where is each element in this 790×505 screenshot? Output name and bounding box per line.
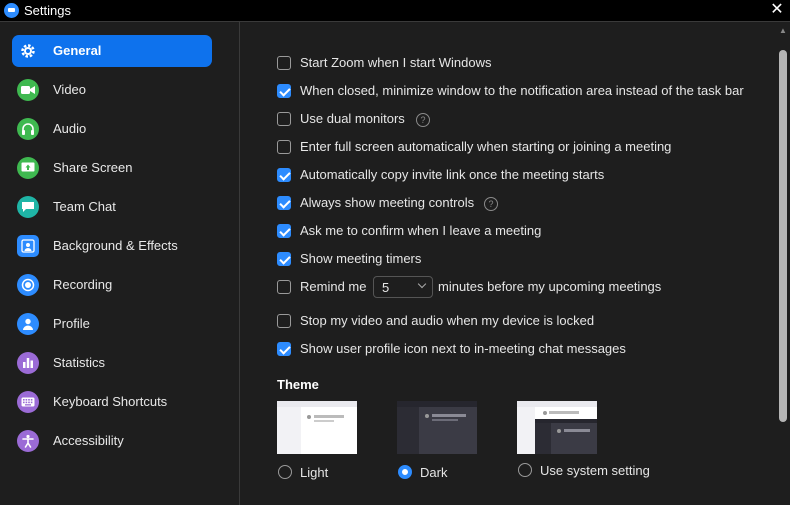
theme-light-radio[interactable] bbox=[278, 465, 292, 479]
sidebar-item-recording[interactable]: Recording bbox=[12, 269, 212, 301]
sidebar-item-video[interactable]: Video bbox=[12, 74, 212, 106]
sidebar-item-team-chat[interactable]: Team Chat bbox=[12, 191, 212, 223]
checkbox[interactable] bbox=[277, 84, 291, 98]
theme-system-label[interactable]: Use system setting bbox=[540, 463, 650, 478]
scroll-up-arrow-icon[interactable]: ▲ bbox=[779, 26, 787, 36]
theme-light-label[interactable]: Light bbox=[300, 465, 328, 480]
sidebar: General Video Audio Share Screen Team Ch… bbox=[0, 22, 240, 505]
person-icon bbox=[17, 313, 39, 335]
sidebar-item-label: General bbox=[53, 43, 102, 58]
checkbox[interactable] bbox=[277, 168, 291, 182]
sidebar-item-general[interactable]: General bbox=[12, 35, 212, 67]
help-icon[interactable]: ? bbox=[484, 197, 498, 211]
reminder-minutes-select[interactable]: 5 bbox=[373, 276, 433, 298]
checkbox[interactable] bbox=[277, 342, 291, 356]
theme-light-preview[interactable] bbox=[277, 401, 357, 454]
bar-chart-icon bbox=[17, 352, 39, 374]
sidebar-item-keyboard-shortcuts[interactable]: Keyboard Shortcuts bbox=[12, 386, 212, 418]
theme-dark-label[interactable]: Dark bbox=[420, 465, 447, 480]
sidebar-item-background-effects[interactable]: Background & Effects bbox=[12, 230, 212, 262]
sidebar-item-share-screen[interactable]: Share Screen bbox=[12, 152, 212, 184]
person-background-icon bbox=[17, 235, 39, 257]
sidebar-item-label: Statistics bbox=[53, 355, 106, 370]
sidebar-item-label: Audio bbox=[53, 121, 87, 136]
sidebar-item-label: Share Screen bbox=[53, 160, 133, 175]
sidebar-item-profile[interactable]: Profile bbox=[12, 308, 212, 340]
checkbox[interactable] bbox=[277, 140, 291, 154]
checkbox[interactable] bbox=[277, 252, 291, 266]
help-icon[interactable]: ? bbox=[416, 113, 430, 127]
checkbox[interactable] bbox=[277, 112, 291, 126]
checkbox[interactable] bbox=[277, 314, 291, 328]
checkbox[interactable] bbox=[277, 196, 291, 210]
theme-system-preview[interactable] bbox=[517, 401, 597, 454]
sidebar-item-audio[interactable]: Audio bbox=[12, 113, 212, 145]
sidebar-item-label: Profile bbox=[53, 316, 90, 331]
sidebar-item-label: Accessibility bbox=[53, 433, 124, 448]
checkbox[interactable] bbox=[277, 56, 291, 70]
sidebar-item-label: Background & Effects bbox=[53, 238, 178, 253]
window-title: Settings bbox=[24, 3, 71, 18]
zoom-logo-icon bbox=[4, 3, 19, 18]
scrollbar-thumb[interactable] bbox=[779, 50, 787, 422]
theme-dark-preview[interactable] bbox=[397, 401, 477, 454]
reminder-suffix: minutes before my upcoming meetings bbox=[438, 279, 662, 294]
title-bar: Settings ✕ bbox=[0, 0, 790, 22]
theme-heading: Theme bbox=[277, 377, 319, 392]
sidebar-item-label: Recording bbox=[53, 277, 113, 292]
video-camera-icon bbox=[17, 79, 39, 101]
accessibility-icon bbox=[17, 430, 39, 452]
sidebar-item-label: Team Chat bbox=[53, 199, 116, 214]
checkbox[interactable] bbox=[277, 224, 291, 238]
record-icon bbox=[17, 274, 39, 296]
checkbox[interactable] bbox=[277, 280, 291, 294]
theme-dark-radio[interactable] bbox=[398, 465, 412, 479]
close-button[interactable]: ✕ bbox=[768, 0, 786, 20]
chat-bubble-icon bbox=[17, 196, 39, 218]
theme-system-radio[interactable] bbox=[518, 463, 532, 477]
sidebar-item-label: Video bbox=[53, 82, 87, 97]
headphones-icon bbox=[17, 118, 39, 140]
gear-icon bbox=[17, 40, 39, 62]
chevron-down-icon bbox=[417, 279, 427, 289]
keyboard-icon bbox=[17, 391, 39, 413]
sidebar-item-accessibility[interactable]: Accessibility bbox=[12, 425, 212, 457]
sidebar-item-label: Keyboard Shortcuts bbox=[53, 394, 168, 409]
sidebar-item-statistics[interactable]: Statistics bbox=[12, 347, 212, 379]
share-screen-icon bbox=[17, 157, 39, 179]
